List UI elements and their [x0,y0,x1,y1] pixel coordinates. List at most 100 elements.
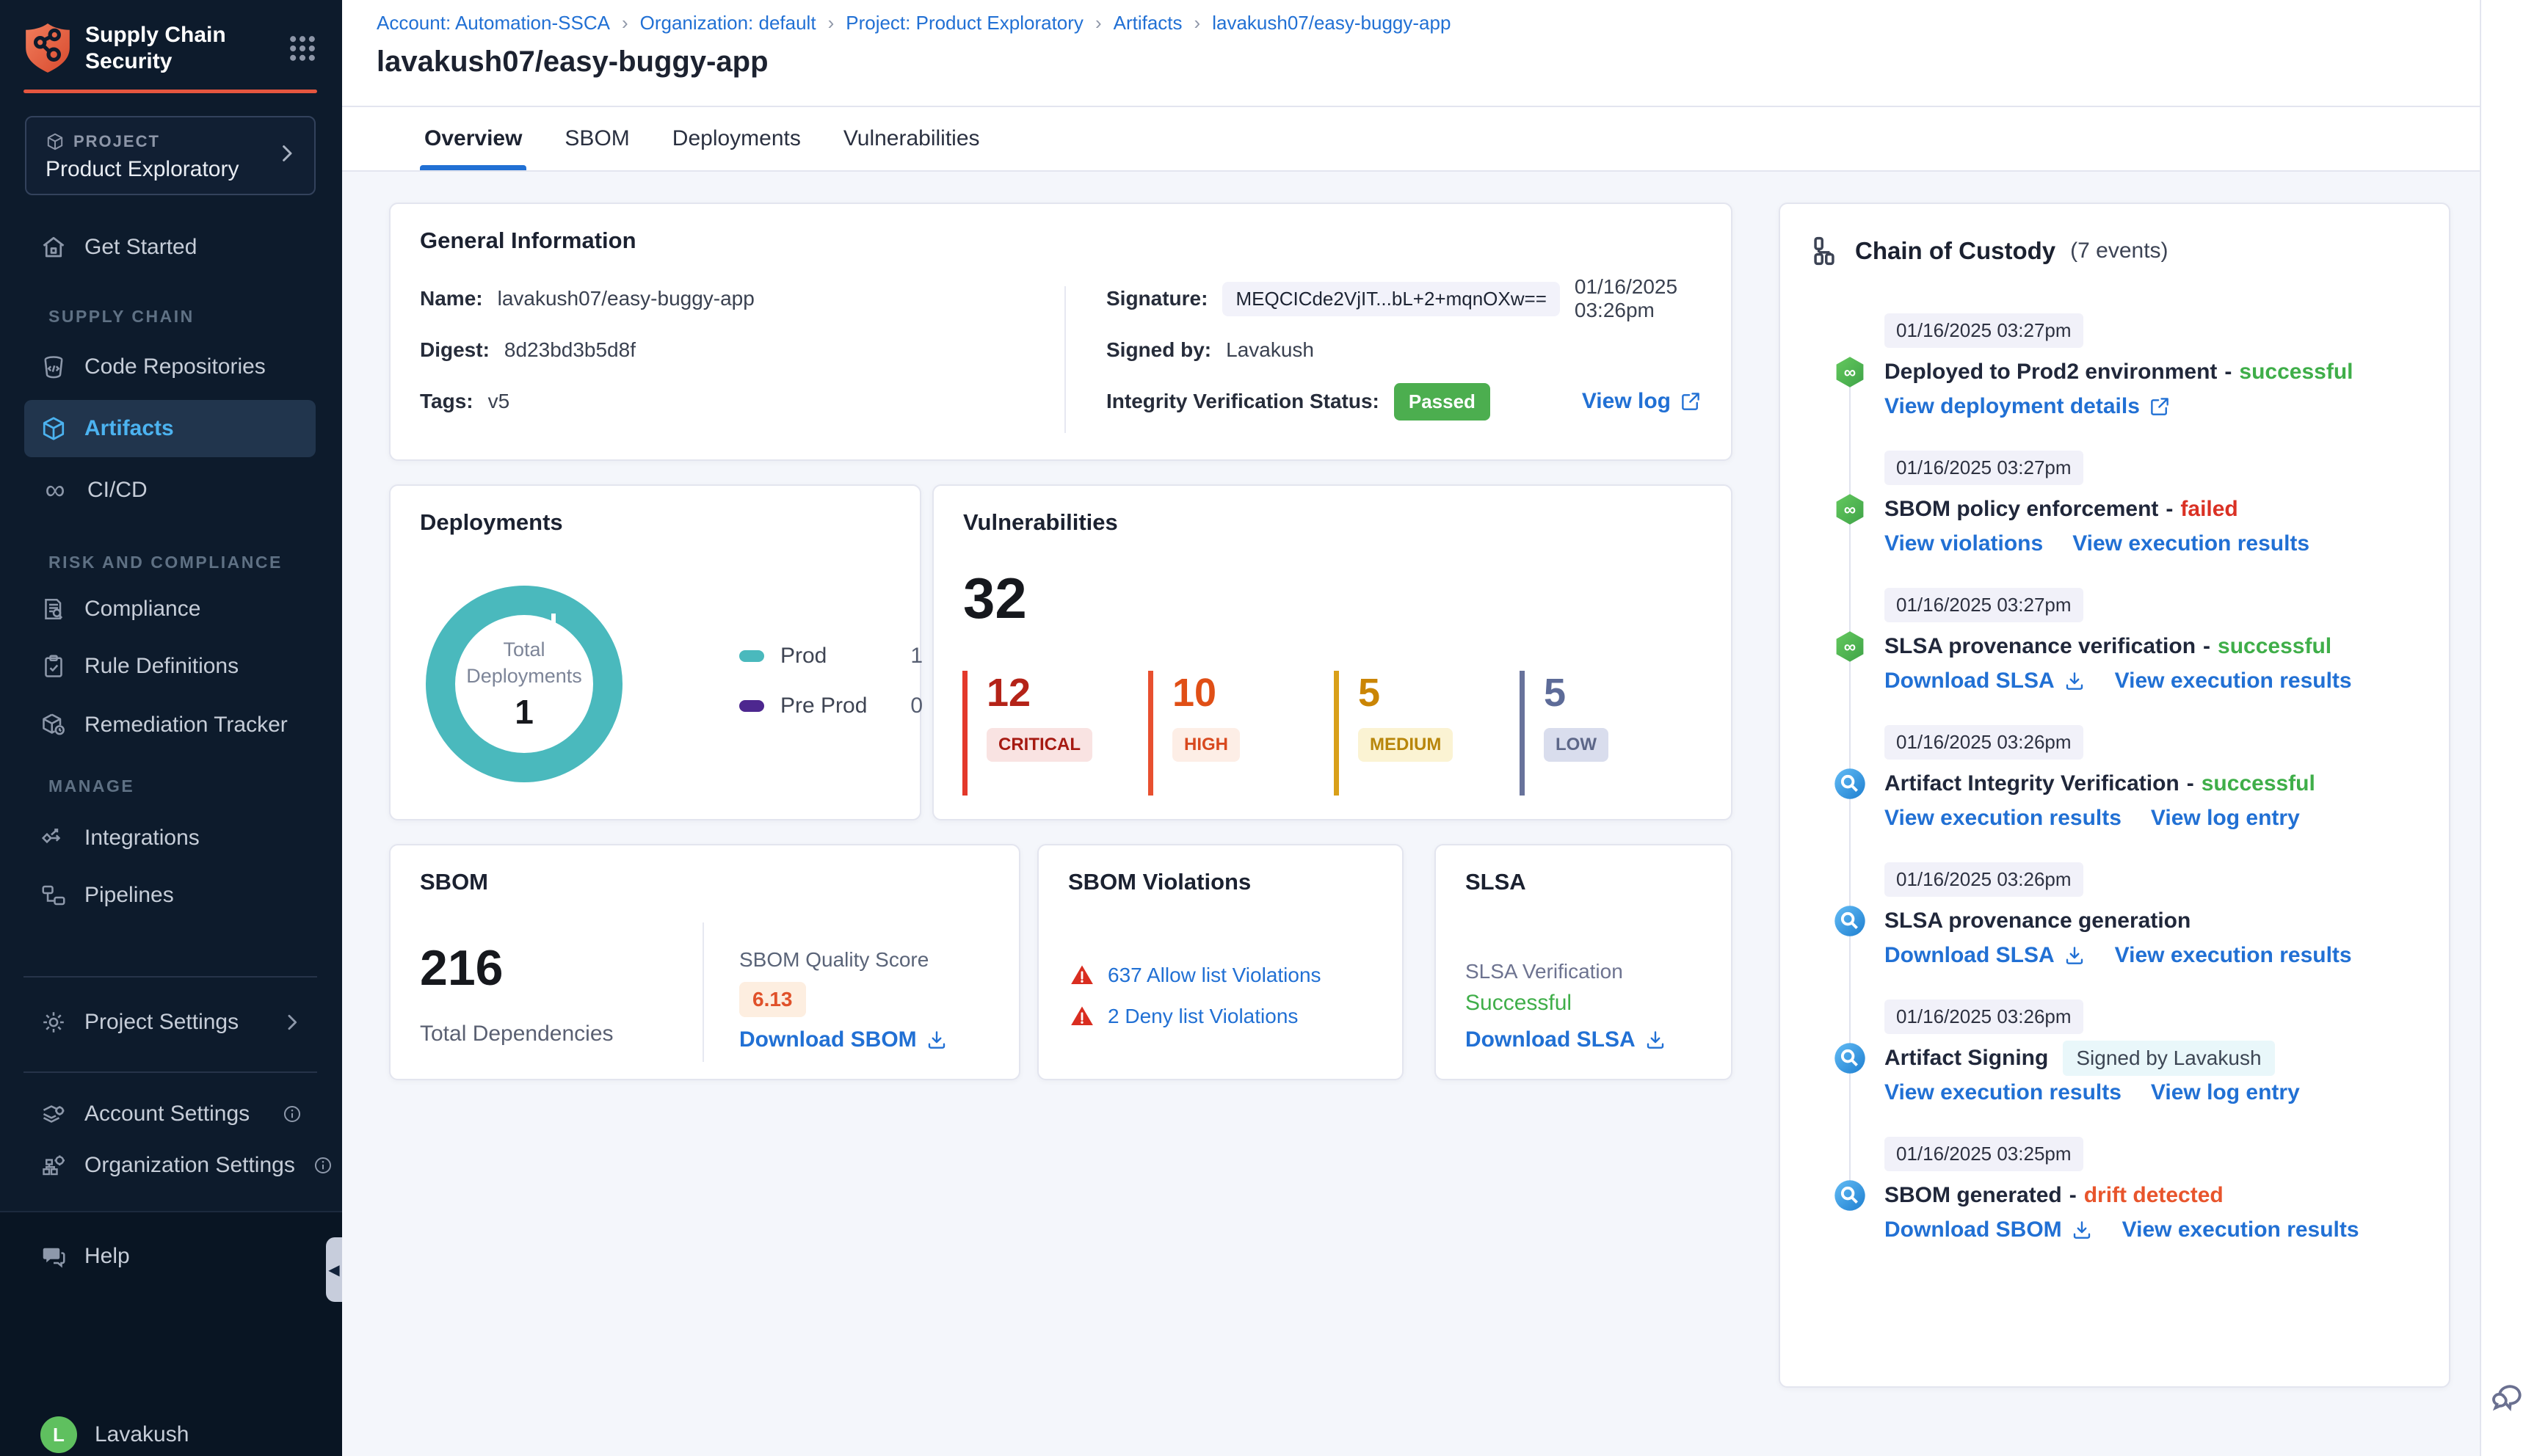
sidebar-item-label: Compliance [84,597,201,621]
link-label: View log [1581,389,1671,413]
donut-label-line2: Deployments [466,665,582,687]
sidebar-item-rule-definitions[interactable]: Rule Definitions [24,638,316,695]
total-deployments-value: 1 [515,693,534,731]
sidebar-item-project-settings[interactable]: Project Settings [24,994,316,1051]
high-count: 10 [1172,671,1217,715]
event-status: successful [2239,360,2353,384]
medium-count: 5 [1358,671,1381,715]
info-icon[interactable] [282,1104,302,1124]
breadcrumb-account[interactable]: Account: Automation-SSCA [377,12,610,34]
sidebar: Supply Chain Security PROJECT Product Ex… [0,0,342,1456]
link-label: View deployment details [1884,394,2140,418]
warning-icon [1070,963,1095,988]
download-slsa-link[interactable]: Download SLSA [1465,1027,1666,1052]
section-label-manage: MANAGE [48,776,135,796]
page-header: Account: Automation-SSCA › Organization: … [342,0,2480,107]
sidebar-item-label: Integrations [84,826,200,850]
legend-value: 1 [910,644,923,668]
legend-label: Prod [780,644,827,668]
deny-list-violations-link[interactable]: 2 Deny list Violations [1108,1005,1298,1028]
sidebar-item-organization-settings[interactable]: Organization Settings [24,1137,316,1194]
warning-icon [1070,1004,1095,1029]
info-icon[interactable] [313,1155,333,1176]
deployments-card: Deployments Total Deployments 1 Prod 1 P… [389,484,923,820]
box-wrench-icon [40,712,67,738]
tab-deployments[interactable]: Deployments [672,107,801,170]
view-execution-results-link[interactable]: View execution results [2072,531,2309,556]
tab-label: Vulnerabilities [843,126,980,150]
sidebar-item-label: Account Settings [84,1102,250,1126]
general-information-card: General Information Name: lavakush07/easy… [389,203,1732,461]
event-timestamp: 01/16/2025 03:27pm [1884,588,2083,622]
sidebar-item-compliance[interactable]: Compliance [24,580,316,638]
chevron-right-icon [282,1012,302,1033]
active-tab-underline [420,165,527,170]
hierarchy-icon [1808,235,1840,267]
gear-icon [40,1009,67,1035]
view-log-link[interactable]: View log [1582,389,1702,414]
event-name: SBOM generated [1884,1183,2062,1207]
link-label: View execution results [2072,531,2310,556]
card-title: Deployments [420,509,563,535]
infinity-icon: ∞ [45,475,65,506]
sbom-violations-card: SBOM Violations 637 Allow list Violation… [1037,844,1404,1080]
allow-list-violations-link[interactable]: 637 Allow list Violations [1108,964,1321,987]
chain-of-custody-title: Chain of Custody [1855,237,2056,264]
link-label: View violations [1884,531,2044,556]
breadcrumb-separator: › [827,12,835,34]
user-name: Lavakush [95,1422,189,1446]
sidebar-item-remediation-tracker[interactable]: Remediation Tracker [24,696,316,754]
module-switcher-grid-icon[interactable] [286,32,319,65]
breadcrumb-current[interactable]: lavakush07/easy-buggy-app [1212,12,1451,34]
breadcrumb-organization[interactable]: Organization: default [640,12,816,34]
view-deployment-details-link[interactable]: View deployment details [1884,394,2171,419]
sidebar-item-integrations[interactable]: Integrations [24,809,316,867]
event-name: SBOM policy enforcement [1884,497,2159,521]
sidebar-item-cicd[interactable]: ∞ CI/CD [24,462,316,519]
tab-sbom[interactable]: SBOM [565,107,629,170]
card-title: SBOM Violations [1068,869,1252,895]
view-execution-results-link[interactable]: View execution results [2122,1217,2359,1242]
sidebar-item-artifacts[interactable]: Artifacts [24,400,316,457]
sidebar-item-get-started[interactable]: Get Started [24,219,316,276]
view-log-entry-link[interactable]: View log entry [2151,806,2300,831]
view-execution-results-link[interactable]: View execution results [2115,943,2352,968]
download-slsa-link[interactable]: Download SLSA [1884,943,2086,968]
signature-chip[interactable]: MEQCICde2VjIT...bL+2+mqnOXw== [1222,281,1560,316]
sidebar-item-label: Organization Settings [84,1153,295,1177]
link-label: Download SLSA [1884,669,2055,693]
view-violations-link[interactable]: View violations [1884,531,2043,556]
breadcrumb-project[interactable]: Project: Product Exploratory [846,12,1084,34]
sidebar-item-user[interactable]: L Lavakush [24,1406,316,1456]
tab-overview[interactable]: Overview [420,107,527,170]
download-sbom-link[interactable]: Download SBOM [1884,1217,2093,1242]
view-execution-results-link[interactable]: View execution results [2115,669,2352,694]
view-execution-results-link[interactable]: View execution results [1884,806,2122,831]
tab-vulnerabilities[interactable]: Vulnerabilities [843,107,980,170]
sidebar-item-account-settings[interactable]: Account Settings [24,1085,316,1143]
card-title: SLSA [1465,869,1526,895]
project-selector[interactable]: PROJECT Product Exploratory [25,116,316,195]
event-status: successful [2218,634,2332,658]
event-title: Deployed to Prod2 environment - successf… [1884,355,2353,389]
support-chat-icon[interactable] [2490,1378,2530,1418]
ssca-step-icon [1833,1179,1867,1212]
high-badge: HIGH [1172,728,1240,762]
sidebar-collapse-handle[interactable]: ◀ [326,1237,342,1302]
total-dependencies-value: 216 [420,940,504,996]
sidebar-item-pipelines[interactable]: Pipelines [24,867,316,924]
event-status: successful [2201,771,2315,796]
download-sbom-link[interactable]: Download SBOM [739,1027,948,1052]
project-name: Product Exploratory [46,157,239,181]
download-slsa-link[interactable]: Download SLSA [1884,669,2086,694]
download-icon [1644,1029,1666,1051]
breadcrumb-artifacts[interactable]: Artifacts [1114,12,1183,34]
prod-swatch [739,650,764,662]
sidebar-item-code-repositories[interactable]: Code Repositories [24,338,316,396]
sidebar-item-label: Artifacts [84,416,174,440]
integrations-icon [40,825,67,851]
legend-item-pre-prod: Pre Prod 0 [739,694,923,718]
view-execution-results-link[interactable]: View execution results [1884,1080,2122,1105]
view-log-entry-link[interactable]: View log entry [2151,1080,2300,1105]
sidebar-item-help[interactable]: Help [24,1228,316,1285]
